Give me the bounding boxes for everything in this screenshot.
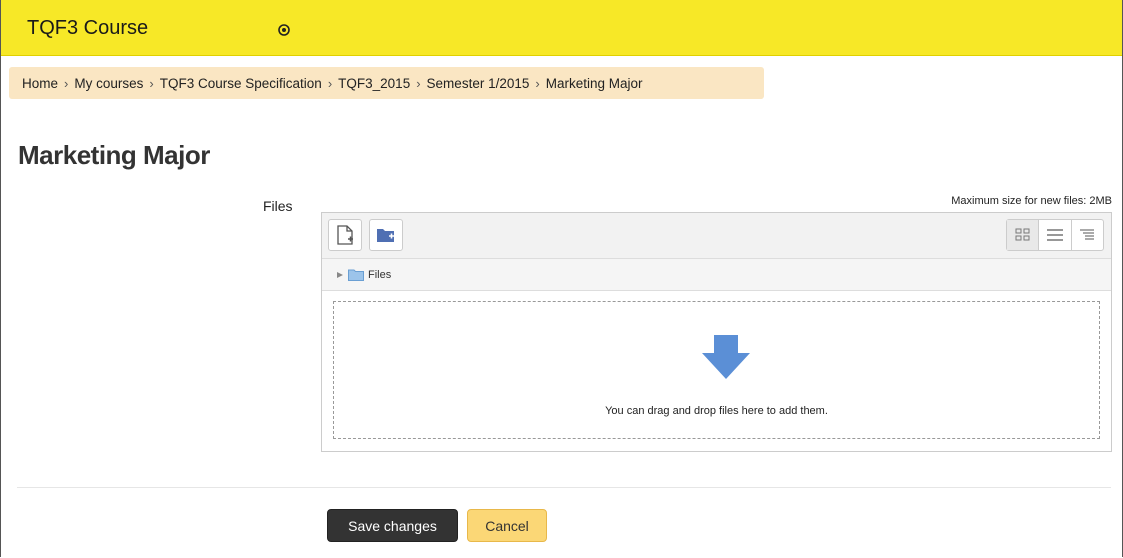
tree-view-icon <box>1080 229 1095 240</box>
path-root-folder[interactable]: Files <box>368 269 391 281</box>
file-manager-toolbar <box>322 213 1111 259</box>
breadcrumb-separator-icon: › <box>535 75 540 91</box>
page-title: Marketing Major <box>18 140 210 170</box>
list-view-icon <box>1046 229 1063 241</box>
breadcrumb-separator-icon: › <box>416 75 421 91</box>
file-manager: Files You can drag and drop files here t… <box>321 212 1112 452</box>
top-navbar: TQF3 Course <box>1 0 1122 56</box>
breadcrumb-item-course-spec[interactable]: TQF3 Course Specification <box>160 76 322 91</box>
breadcrumb-separator-icon: › <box>149 75 154 91</box>
drop-zone-hint: You can drag and drop files here to add … <box>605 405 828 417</box>
grid-view-icon <box>1015 228 1030 241</box>
create-folder-button[interactable] <box>369 219 403 251</box>
file-path-bar: Files <box>322 259 1111 291</box>
add-file-button[interactable] <box>328 219 362 251</box>
list-view-button[interactable] <box>1038 220 1070 250</box>
breadcrumb-item-home[interactable]: Home <box>22 76 58 91</box>
create-folder-icon <box>377 229 394 242</box>
breadcrumb-item-my-courses[interactable]: My courses <box>74 76 143 91</box>
course-title-link[interactable]: TQF3 Course <box>27 17 148 40</box>
breadcrumb-separator-icon: › <box>327 75 333 91</box>
breadcrumb-item-semester[interactable]: Semester 1/2015 <box>427 76 530 91</box>
folder-icon <box>348 269 364 281</box>
tree-view-button[interactable] <box>1070 220 1103 250</box>
add-file-icon <box>337 225 353 245</box>
expand-arrow-icon[interactable] <box>336 271 344 279</box>
cancel-button[interactable]: Cancel <box>467 509 547 542</box>
file-drop-zone[interactable]: You can drag and drop files here to add … <box>333 301 1100 439</box>
breadcrumb-item-tqf3-2015[interactable]: TQF3_2015 <box>338 76 410 91</box>
circle-down-icon[interactable] <box>278 24 290 36</box>
drop-arrow-icon <box>702 335 750 379</box>
view-mode-switch <box>1006 219 1104 251</box>
breadcrumb: Home › My courses › TQF3 Course Specific… <box>9 67 764 99</box>
breadcrumb-item-current[interactable]: Marketing Major <box>546 76 643 91</box>
save-changes-button[interactable]: Save changes <box>327 509 458 542</box>
breadcrumb-separator-icon: › <box>64 75 69 91</box>
files-field-label: Files <box>263 198 293 214</box>
grid-view-button[interactable] <box>1007 220 1039 250</box>
form-divider <box>17 487 1111 488</box>
max-size-note: Maximum size for new files: 2MB <box>951 195 1112 207</box>
